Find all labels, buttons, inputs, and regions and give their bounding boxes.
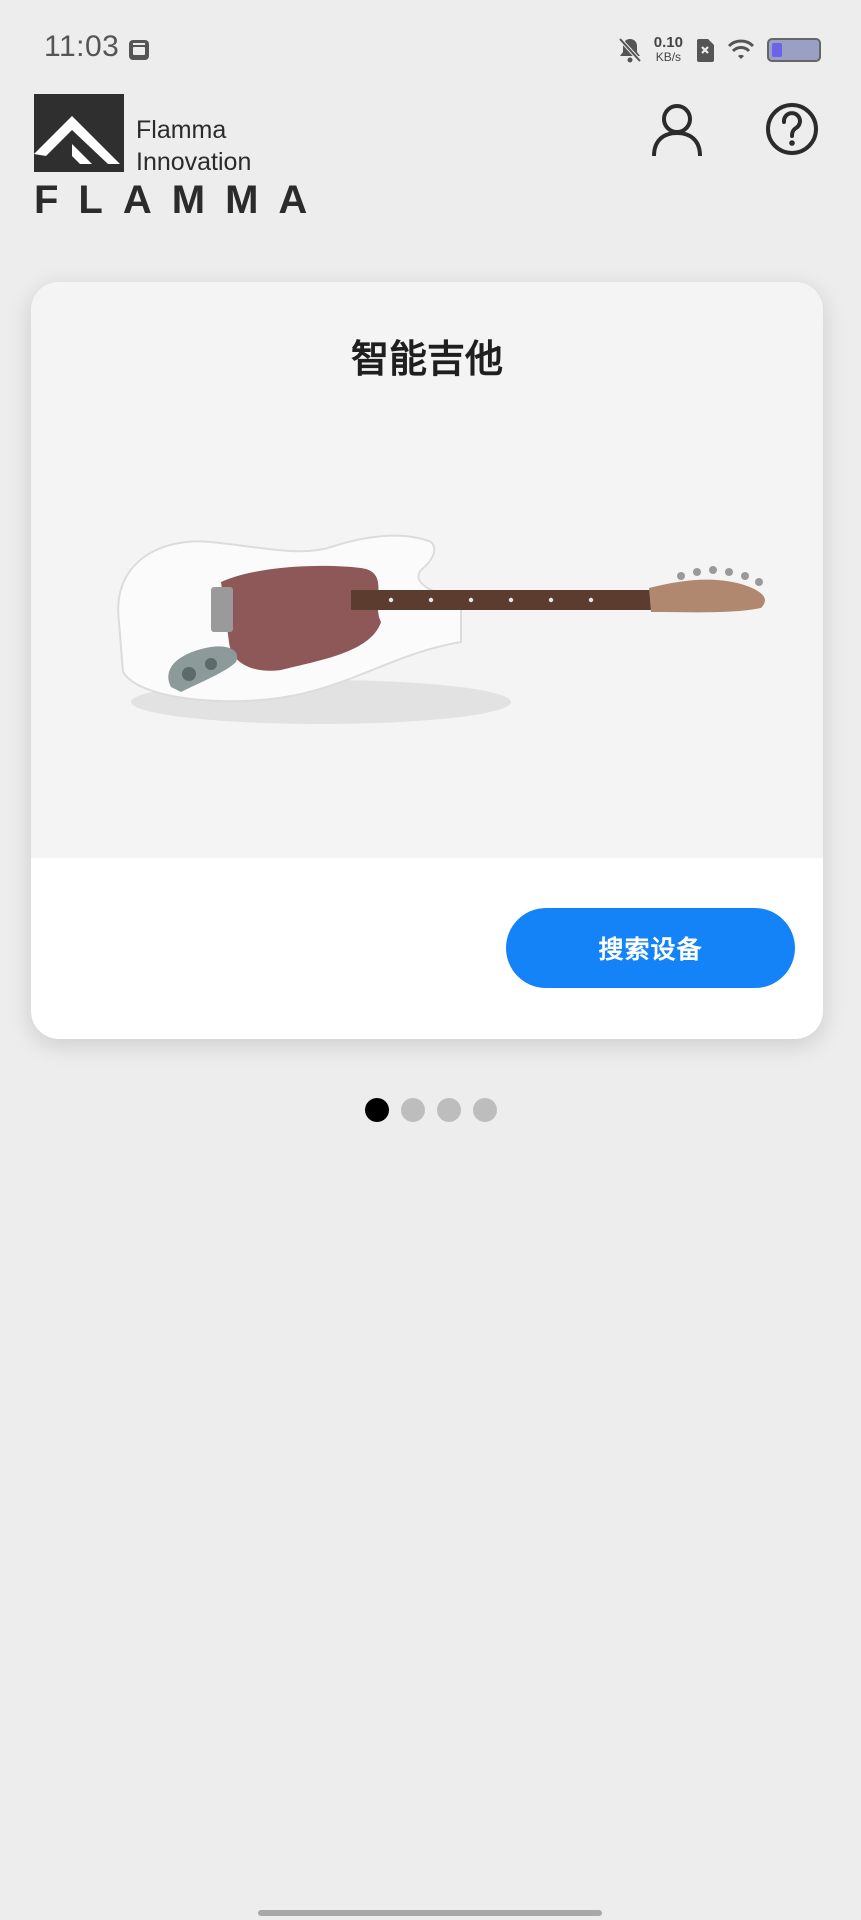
profile-button[interactable] xyxy=(646,98,708,160)
guitar-image xyxy=(117,534,765,724)
logo-mark xyxy=(34,94,124,172)
page-dot-4[interactable] xyxy=(472,1098,497,1122)
card-image-area: 智能吉他 xyxy=(31,282,823,858)
status-bar: 11:03 0.10 KB/s xyxy=(0,0,861,100)
mute-icon xyxy=(618,37,642,63)
device-card[interactable]: 智能吉他 搜索设备 xyxy=(31,282,823,1039)
card-title: 智能吉他 xyxy=(350,339,503,381)
logo-line2: Innovation xyxy=(136,148,252,176)
page-dot-1[interactable] xyxy=(364,1098,389,1122)
net-speed-unit: KB/s xyxy=(655,50,682,64)
logo-wordmark: FLAMMA xyxy=(34,178,328,222)
net-speed-value: 0.10 xyxy=(653,34,683,51)
net-speed: 0.10 KB/s xyxy=(653,34,683,64)
wifi-icon xyxy=(727,39,755,59)
help-icon xyxy=(766,103,818,155)
page-indicator xyxy=(0,1098,861,1122)
battery-icon xyxy=(767,38,821,62)
page-dot-3[interactable] xyxy=(436,1098,461,1122)
help-button[interactable] xyxy=(761,98,823,160)
page-dot-2[interactable] xyxy=(400,1098,425,1122)
status-time: 11:03 xyxy=(44,30,120,63)
search-device-button[interactable]: 搜索设备 xyxy=(506,908,795,988)
brand-logo: Flamma Innovation FLAMMA xyxy=(34,94,307,222)
logo-line1: Flamma xyxy=(136,116,227,144)
calendar-icon xyxy=(129,40,149,60)
user-icon xyxy=(652,104,702,157)
no-sim-icon xyxy=(697,39,714,62)
home-indicator[interactable] xyxy=(258,1910,602,1916)
